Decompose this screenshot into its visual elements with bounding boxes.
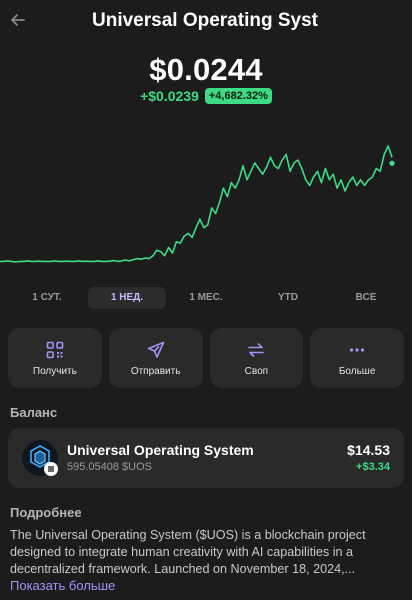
receive-button[interactable]: Получить — [8, 328, 102, 388]
current-price-dot — [389, 160, 395, 166]
token-name: Universal Operating System — [67, 442, 254, 458]
price-change-row: +$0.0239 +4,682.32% — [0, 88, 412, 104]
tab-1-day[interactable]: 1 СУТ. — [22, 287, 72, 309]
tab-1-week[interactable]: 1 НЕД. — [88, 287, 166, 309]
header: Universal Operating Syst — [0, 0, 412, 44]
back-button[interactable] — [8, 10, 28, 30]
more-label: Больше — [338, 365, 376, 377]
time-range-tabs: 1 СУТ. 1 НЕД. 1 МЕС. YTD ВСЕ — [0, 287, 412, 309]
swap-button[interactable]: Своп — [209, 328, 304, 388]
price-line — [0, 145, 393, 263]
action-buttons: Получить Отправить Своп Больше — [8, 328, 404, 388]
price-change-pct-badge: +4,682.32% — [204, 88, 272, 104]
page-title: Universal Operating Syst — [92, 10, 318, 31]
token-value: $14.53 — [347, 442, 390, 458]
more-button[interactable]: Больше — [310, 328, 404, 388]
send-label: Отправить — [130, 365, 181, 377]
token-change: +$3.34 — [356, 461, 390, 473]
arrow-left-icon — [11, 14, 25, 26]
balance-heading: Баланс — [10, 405, 58, 420]
price-change-abs: +$0.0239 — [140, 88, 199, 104]
swap-arrows-icon — [246, 340, 266, 360]
token-amount: 595.05408 $UOS — [67, 461, 153, 473]
paper-plane-icon — [146, 340, 166, 360]
about-heading: Подробнее — [10, 505, 82, 520]
qr-code-icon — [45, 340, 65, 360]
token-logo-icon — [22, 440, 58, 476]
show-more-link[interactable]: Показать больше — [10, 578, 115, 593]
send-button[interactable]: Отправить — [108, 328, 203, 388]
price-chart[interactable] — [0, 118, 412, 278]
tab-1-month[interactable]: 1 МЕС. — [180, 287, 232, 309]
about-description: The Universal Operating System ($UOS) is… — [10, 528, 366, 576]
receive-label: Получить — [32, 365, 77, 377]
swap-label: Своп — [244, 365, 269, 377]
token-detail-page: Universal Operating Syst $0.0244 +$0.023… — [0, 0, 412, 600]
ellipsis-icon — [347, 340, 367, 360]
tab-ytd[interactable]: YTD — [268, 287, 308, 309]
token-balance-row[interactable]: Universal Operating System 595.05408 $UO… — [8, 428, 404, 488]
tab-all[interactable]: ВСЕ — [346, 287, 386, 309]
price-value: $0.0244 — [149, 52, 263, 87]
